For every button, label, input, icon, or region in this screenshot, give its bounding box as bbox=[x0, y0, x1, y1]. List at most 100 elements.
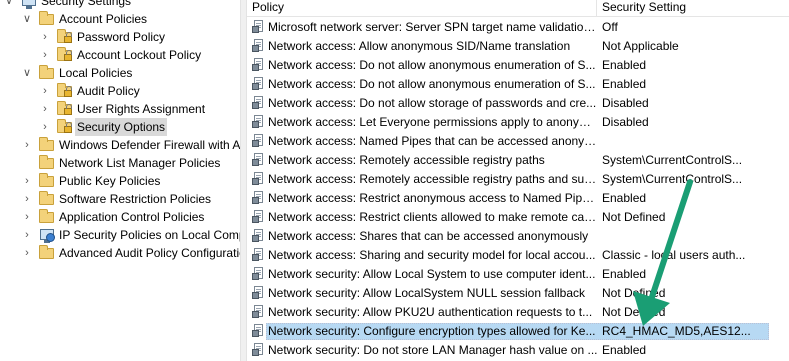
policy-setting-icon bbox=[252, 20, 266, 34]
policy-name: Network access: Do not allow anonymous e… bbox=[268, 77, 596, 91]
policy-row[interactable]: Network security: Allow Local System to … bbox=[247, 265, 789, 284]
folder-lock-icon bbox=[57, 83, 73, 99]
expand-chevron-right-icon[interactable]: › bbox=[39, 118, 51, 136]
tree-item-label: Security Settings bbox=[41, 0, 132, 8]
folder-icon bbox=[39, 191, 55, 207]
policy-row[interactable]: Network access: Do not allow anonymous e… bbox=[247, 56, 789, 75]
policy-row[interactable]: Network access: Let Everyone permissions… bbox=[247, 113, 789, 132]
policy-setting-icon bbox=[252, 229, 266, 243]
security-setting-value: Enabled bbox=[602, 77, 647, 91]
policy-name: Network access: Named Pipes that can be … bbox=[268, 134, 598, 148]
pane-splitter[interactable] bbox=[240, 0, 247, 361]
expand-chevron-right-icon[interactable]: › bbox=[21, 208, 33, 226]
security-setting-value: Not Defined bbox=[602, 210, 666, 224]
policy-row[interactable]: Network access: Named Pipes that can be … bbox=[247, 132, 789, 151]
expand-chevron-right-icon[interactable]: › bbox=[21, 244, 33, 262]
policy-name: Network security: Configure encryption t… bbox=[268, 324, 596, 338]
folder-icon bbox=[39, 245, 55, 261]
policy-row[interactable]: Microsoft network server: Server SPN tar… bbox=[247, 18, 789, 37]
folder-icon bbox=[39, 209, 55, 225]
security-setting-value: Off bbox=[602, 20, 618, 34]
tree-item[interactable]: › IP Security Policies on Local Compute bbox=[0, 226, 240, 244]
tree-item[interactable]: › Audit Policy bbox=[0, 82, 240, 100]
tree-item-label: Account Policies bbox=[59, 12, 148, 26]
policy-row[interactable]: Network access: Remotely accessible regi… bbox=[247, 151, 789, 170]
security-setting-value: RC4_HMAC_MD5,AES12... bbox=[602, 324, 751, 338]
policy-setting-icon bbox=[252, 115, 266, 129]
folder-lock-icon bbox=[57, 101, 73, 117]
tree-item-label: Network List Manager Policies bbox=[59, 156, 221, 170]
folder-lock-icon bbox=[57, 47, 73, 63]
tree-item[interactable]: ∨ Local Policies bbox=[0, 64, 240, 82]
policy-row[interactable]: Network access: Sharing and security mod… bbox=[247, 246, 789, 265]
tree-item-label: Application Control Policies bbox=[59, 210, 205, 224]
tree-item-label: Security Options bbox=[75, 118, 168, 136]
expand-chevron-down-icon[interactable]: ∨ bbox=[21, 64, 33, 82]
policy-setting-icon bbox=[252, 210, 266, 224]
security-setting-value: Enabled bbox=[602, 343, 647, 357]
policy-row[interactable]: Network access: Shares that can be acces… bbox=[247, 227, 789, 246]
folder-icon bbox=[39, 65, 55, 81]
tree-item[interactable]: › Account Lockout Policy bbox=[0, 46, 240, 64]
policy-setting-icon bbox=[252, 172, 266, 186]
tree-item[interactable]: › Advanced Audit Policy Configuration bbox=[0, 244, 240, 262]
policy-setting-icon bbox=[252, 58, 266, 72]
tree-item[interactable]: Network List Manager Policies bbox=[0, 154, 240, 172]
tree-item[interactable]: › Software Restriction Policies bbox=[0, 190, 240, 208]
tree-item[interactable]: › Security Options bbox=[0, 118, 240, 136]
security-setting-value: System\CurrentControlS... bbox=[602, 153, 743, 167]
policy-name: Network security: Allow PKU2U authentica… bbox=[268, 305, 593, 319]
list-header: Policy Security Setting bbox=[247, 0, 789, 17]
policy-row[interactable]: Network security: Allow PKU2U authentica… bbox=[247, 303, 789, 322]
expand-chevron-right-icon[interactable]: › bbox=[39, 100, 51, 118]
column-header-security-setting[interactable]: Security Setting bbox=[602, 0, 686, 14]
policy-row[interactable]: Network security: Do not store LAN Manag… bbox=[247, 341, 789, 360]
policy-name: Network access: Remotely accessible regi… bbox=[268, 153, 545, 167]
folder-icon bbox=[39, 173, 55, 189]
policy-row[interactable]: Network access: Do not allow storage of … bbox=[247, 94, 789, 113]
policy-name: Network access: Remotely accessible regi… bbox=[268, 172, 598, 186]
tree-item[interactable]: ∨ Security Settings bbox=[0, 0, 240, 10]
policy-row[interactable]: Network access: Restrict clients allowed… bbox=[247, 208, 789, 227]
tree-item-label: Advanced Audit Policy Configuration bbox=[59, 246, 240, 260]
tree-item[interactable]: › Public Key Policies bbox=[0, 172, 240, 190]
expand-chevron-right-icon[interactable]: › bbox=[39, 46, 51, 64]
security-setting-value: Not Applicable bbox=[602, 39, 679, 53]
expand-chevron-right-icon[interactable]: › bbox=[39, 82, 51, 100]
expand-chevron-down-icon[interactable]: ∨ bbox=[3, 0, 15, 10]
policy-setting-icon bbox=[252, 96, 266, 110]
policy-row[interactable]: Network access: Do not allow anonymous e… bbox=[247, 75, 789, 94]
tree-item[interactable]: › Windows Defender Firewall with Adva bbox=[0, 136, 240, 154]
folder-lock-icon bbox=[57, 29, 73, 45]
policy-name: Network access: Restrict anonymous acces… bbox=[268, 191, 598, 205]
policy-row[interactable]: Network security: Configure encryption t… bbox=[247, 322, 789, 341]
policy-row[interactable]: Network access: Restrict anonymous acces… bbox=[247, 189, 789, 208]
tree-item[interactable]: › Application Control Policies bbox=[0, 208, 240, 226]
policy-name: Network access: Shares that can be acces… bbox=[268, 229, 589, 243]
expand-chevron-right-icon[interactable]: › bbox=[39, 28, 51, 46]
policy-setting-icon bbox=[252, 191, 266, 205]
ipsec-icon bbox=[39, 227, 55, 243]
policy-name: Network access: Do not allow storage of … bbox=[268, 96, 597, 110]
policy-row[interactable]: Network security: Allow LocalSystem NULL… bbox=[247, 284, 789, 303]
expand-chevron-down-icon[interactable]: ∨ bbox=[21, 10, 33, 28]
tree-item[interactable]: ∨ Account Policies bbox=[0, 10, 240, 28]
expand-chevron-right-icon[interactable]: › bbox=[21, 136, 33, 154]
policy-name: Network security: Allow LocalSystem NULL… bbox=[268, 286, 586, 300]
policy-name: Network access: Restrict clients allowed… bbox=[268, 210, 598, 224]
policy-setting-icon bbox=[252, 286, 266, 300]
policy-setting-icon bbox=[252, 134, 266, 148]
expand-chevron-right-icon[interactable]: › bbox=[21, 172, 33, 190]
expand-chevron-right-icon[interactable]: › bbox=[21, 190, 33, 208]
tree-item[interactable]: › Password Policy bbox=[0, 28, 240, 46]
tree-item[interactable]: › User Rights Assignment bbox=[0, 100, 240, 118]
computer-icon bbox=[21, 0, 37, 9]
policy-name: Network access: Let Everyone permissions… bbox=[268, 115, 598, 129]
expand-chevron-right-icon[interactable]: › bbox=[21, 226, 33, 244]
policy-row[interactable]: Network access: Remotely accessible regi… bbox=[247, 170, 789, 189]
policy-name: Microsoft network server: Server SPN tar… bbox=[268, 20, 598, 34]
column-header-policy[interactable]: Policy bbox=[252, 0, 284, 14]
security-setting-value: Disabled bbox=[602, 96, 649, 110]
column-divider[interactable] bbox=[596, 0, 597, 16]
policy-row[interactable]: Network access: Allow anonymous SID/Name… bbox=[247, 37, 789, 56]
